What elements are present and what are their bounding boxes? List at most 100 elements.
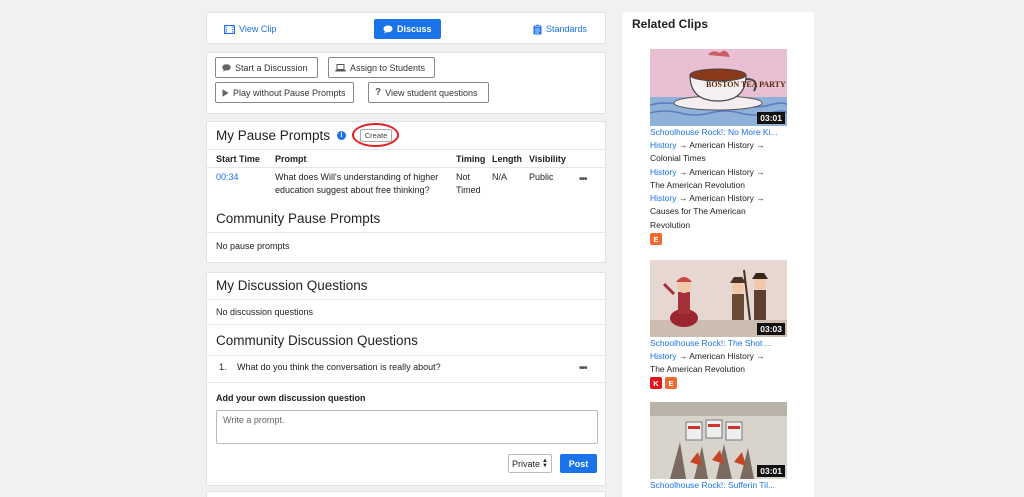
path-text: Revolution — [650, 219, 691, 230]
grade-badge-e: E — [650, 233, 662, 245]
question-text: What do you think the conversation is re… — [237, 362, 441, 372]
clip-actions-panel: Start a Discussion Assign to Students Pl… — [206, 52, 606, 114]
community-discussion-questions-heading: Community Discussion Questions — [216, 333, 418, 348]
prompt-length: N/A — [492, 172, 508, 182]
history-link[interactable]: History — [650, 193, 676, 203]
path-line: The American Revolution — [650, 363, 790, 376]
play-without-prompts-label: Play without Pause Prompts — [233, 87, 346, 98]
path-line: History → American History → — [650, 350, 790, 363]
clip-duration: 03:01 — [757, 465, 785, 477]
clip-thumbnail[interactable]: 03:01 — [650, 402, 787, 479]
no-pause-prompts-text: No pause prompts — [216, 241, 290, 251]
visibility-select[interactable]: Private ▲ ▼ — [508, 454, 552, 473]
highlight-ring — [352, 123, 399, 147]
tab-standards-label: Standards — [546, 24, 588, 34]
assign-students-label: Assign to Students — [350, 62, 426, 73]
play-without-prompts-button[interactable]: Play without Pause Prompts — [215, 82, 354, 103]
divider — [207, 355, 605, 356]
path-text: → American History → — [676, 351, 765, 361]
community-pause-prompts-heading: Community Pause Prompts — [216, 211, 381, 226]
prompt-visibility: Public — [529, 172, 554, 182]
path-text: → American History → — [676, 140, 765, 150]
divider — [207, 149, 605, 150]
clip-title-link[interactable]: Schoolhouse Rock!: No More Ki... — [650, 126, 790, 139]
prompt-timing: Not Timed — [456, 171, 481, 197]
timing-line: Not — [456, 172, 471, 182]
question-number: 1. — [219, 362, 227, 372]
film-icon — [224, 24, 235, 34]
question-mark-icon: ? — [375, 87, 382, 98]
prompt-text: What does Will's understanding of higher… — [275, 171, 455, 197]
tab-discuss-label: Discuss — [397, 24, 432, 34]
path-line: Colonial Times — [650, 152, 790, 165]
clip-thumbnail[interactable]: BOSTON TEA PARTY 03:01 — [650, 49, 787, 126]
history-link[interactable]: History — [650, 351, 676, 361]
view-student-questions-button[interactable]: ? View student questions — [368, 82, 489, 103]
info-icon[interactable]: i — [337, 131, 346, 140]
clip-title-link[interactable]: Schoolhouse Rock!: Sufferin Til... — [650, 479, 790, 492]
select-arrows-icon: ▲ ▼ — [542, 457, 548, 469]
path-text: The American Revolution — [650, 364, 745, 375]
laptop-icon — [335, 63, 346, 71]
path-line: History → American History → — [650, 139, 790, 152]
col-visibility: Visibility — [529, 154, 566, 164]
path-text: Causes for The American — [650, 206, 746, 217]
clipboard-icon — [533, 23, 542, 34]
divider — [207, 232, 605, 233]
add-question-label: Add your own discussion question — [216, 393, 366, 403]
discussion-questions-panel: My Discussion Questions No discussion qu… — [206, 272, 606, 486]
divider — [207, 382, 605, 383]
tab-view-clip[interactable]: View Clip — [224, 19, 276, 39]
comment-icon — [222, 63, 231, 72]
col-length: Length — [492, 154, 522, 164]
path-line: History → American History → — [650, 166, 790, 179]
related-clips-heading: Related Clips — [632, 17, 709, 31]
clip-thumbnail[interactable]: 03:03 — [650, 260, 787, 337]
no-discussion-questions-text: No discussion questions — [216, 307, 314, 317]
clip-title-link[interactable]: Schoolhouse Rock!: The Shot ... — [650, 337, 790, 350]
assign-students-button[interactable]: Assign to Students — [328, 57, 435, 78]
path-line: Revolution — [650, 219, 790, 232]
chat-bubble-icon — [383, 25, 393, 33]
timing-line: Timed — [456, 185, 481, 195]
tab-standards[interactable]: Standards — [533, 19, 587, 39]
col-start-time: Start Time — [216, 154, 260, 164]
clip-subject-path: History → American History → Colonial Ti… — [650, 139, 790, 232]
path-text: The American Revolution — [650, 179, 745, 190]
view-student-questions-label: View student questions — [385, 87, 478, 98]
my-pause-prompts-heading: My Pause Prompts — [216, 128, 331, 143]
divider — [207, 299, 605, 300]
start-discussion-button[interactable]: Start a Discussion — [215, 57, 318, 78]
post-button[interactable]: Post — [560, 454, 597, 473]
clip-tab-bar: View Clip Discuss Standards — [206, 12, 606, 44]
prompt-start-time-link[interactable]: 00:34 — [216, 171, 239, 184]
play-icon — [222, 88, 229, 97]
history-link[interactable]: History — [650, 140, 676, 150]
clip-duration: 03:01 — [757, 112, 785, 124]
col-prompt: Prompt — [275, 154, 307, 164]
clip-duration: 03:03 — [757, 323, 785, 335]
col-timing: Timing — [456, 154, 486, 164]
more-options-icon[interactable]: ••• — [579, 363, 587, 374]
logo-text: BOSTON TEA PARTY — [706, 80, 786, 89]
divider — [207, 324, 605, 325]
path-line: Causes for The American — [650, 205, 790, 218]
my-discussion-questions-heading: My Discussion Questions — [216, 278, 368, 293]
path-text: → American History → — [676, 193, 765, 204]
visibility-select-value: Private — [512, 458, 541, 469]
next-panel — [206, 491, 606, 497]
divider — [207, 167, 605, 168]
pause-prompts-panel: My Pause Prompts i Create Start Time Pro… — [206, 121, 606, 263]
tab-discuss[interactable]: Discuss — [374, 19, 441, 39]
grade-badge-k: K — [650, 377, 662, 389]
tab-view-clip-label: View Clip — [239, 24, 277, 34]
more-options-icon[interactable]: ••• — [579, 174, 587, 185]
path-text: → American History → — [676, 166, 765, 177]
path-text: Colonial Times — [650, 153, 706, 164]
path-line: History → American History → — [650, 192, 790, 205]
history-link[interactable]: History — [650, 167, 676, 177]
prompt-text-line: education suggest about free thinking? — [275, 185, 430, 195]
start-discussion-label: Start a Discussion — [235, 62, 308, 73]
related-clips-panel: Related Clips BOSTON TEA PARTY 03:01 Sch… — [622, 12, 814, 497]
discussion-prompt-textarea[interactable]: Write a prompt. — [216, 410, 598, 444]
